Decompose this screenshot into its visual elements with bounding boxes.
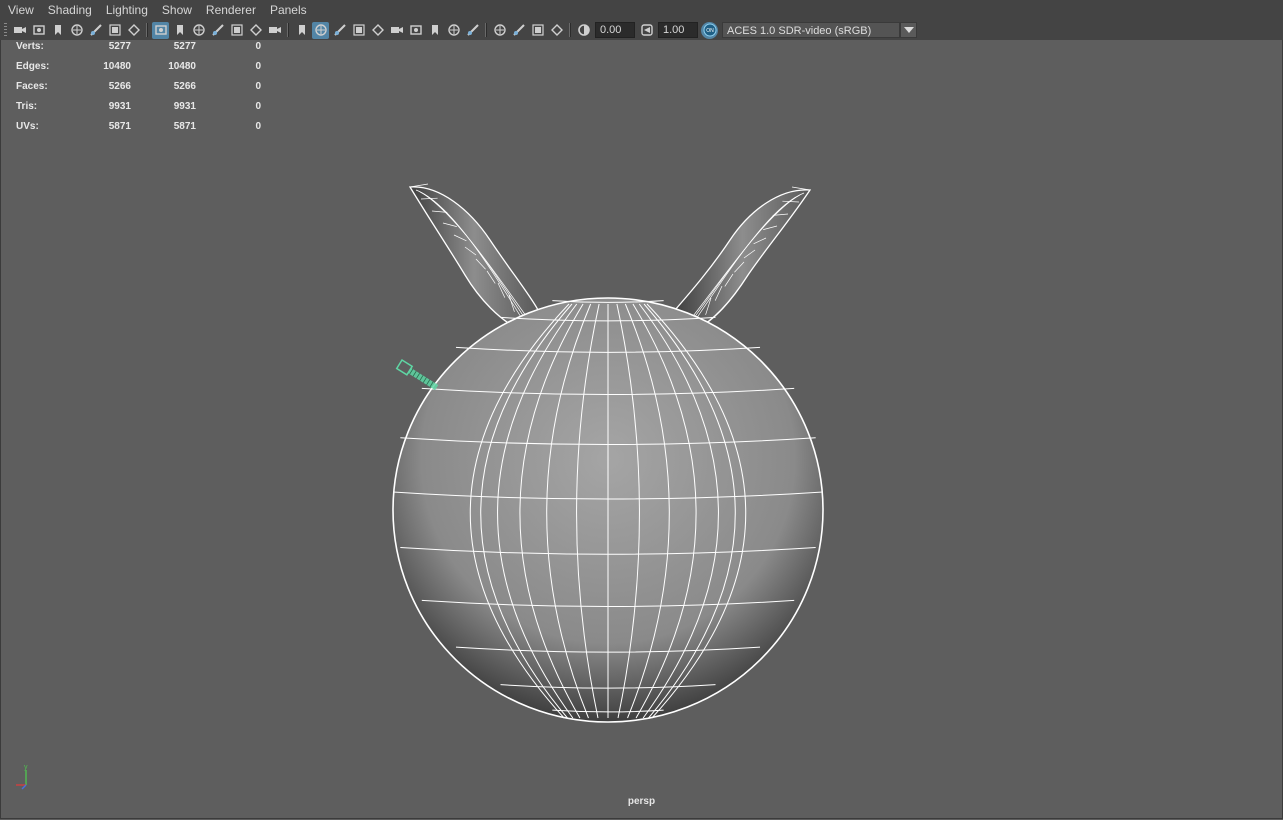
hud-value-total: 10480 (103, 61, 131, 72)
chevron-down-icon (903, 27, 914, 33)
hud-value-total: 5277 (108, 41, 131, 52)
resolution-gate-icon[interactable] (190, 22, 207, 39)
safe-action-icon[interactable] (247, 22, 264, 39)
axis-y-glyph: y (24, 764, 28, 771)
hud-value-selected: 9931 (173, 101, 196, 112)
hud-label: Tris: (16, 101, 38, 112)
gate-mask-icon[interactable] (209, 22, 226, 39)
hud-label: Edges: (16, 61, 50, 72)
hud-value-triangles: 0 (255, 121, 261, 132)
depth-of-field-icon[interactable] (464, 22, 481, 39)
hud-value-selected: 5871 (173, 121, 196, 132)
hud-label: UVs: (16, 121, 39, 132)
viewport-menu-bar: View Shading Lighting Show Renderer Pane… (0, 0, 1283, 20)
default-material-icon[interactable] (331, 22, 348, 39)
color-management-toggle[interactable]: ON (701, 21, 718, 39)
gamma-field[interactable]: 1.00 (658, 22, 698, 38)
menu-shading[interactable]: Shading (41, 0, 99, 20)
axis-gizmo: y (16, 764, 28, 790)
hud-value-selected: 5277 (173, 41, 196, 52)
camera-name-label: persp (627, 796, 656, 807)
grid-icon[interactable] (152, 21, 169, 39)
image-plane-icon[interactable] (87, 22, 104, 39)
field-chart-icon[interactable] (228, 22, 245, 39)
use-all-lights-icon[interactable] (369, 22, 386, 39)
color-management-badge: ON (706, 28, 714, 34)
viewport-toolbar: 0.00 1.00 ON ACES 1.0 SDR-video (sRGB) (0, 20, 1283, 40)
hud-value-total: 5871 (108, 121, 131, 132)
hud-value-triangles: 0 (255, 81, 261, 92)
viewport-model[interactable] (370, 170, 840, 740)
hud-label: Faces: (16, 81, 48, 92)
smooth-shade-icon[interactable] (312, 21, 329, 39)
screen-space-ao-icon[interactable] (407, 22, 424, 39)
toolbar-separator (569, 23, 571, 37)
locator-gizmo[interactable] (395, 358, 440, 392)
menu-panels[interactable]: Panels (263, 0, 314, 20)
toolbar-separator (146, 23, 148, 37)
color-space-select[interactable]: ACES 1.0 SDR-video (sRGB) (722, 22, 900, 38)
textured-icon[interactable] (350, 22, 367, 39)
hud-value-selected: 5266 (173, 81, 196, 92)
2d-pan-zoom-icon[interactable] (106, 22, 123, 39)
shadows-icon[interactable] (388, 22, 405, 39)
gamma-icon[interactable] (638, 22, 655, 39)
hud-label: Verts: (16, 41, 44, 52)
toolbar-grip[interactable] (4, 23, 7, 37)
camera-attributes-icon[interactable] (30, 22, 47, 39)
xray-active-components-icon[interactable] (529, 22, 546, 39)
right-horn (674, 189, 812, 331)
bookmark-icon[interactable] (68, 22, 85, 39)
toolbar-separator (485, 23, 487, 37)
hud-value-total: 5266 (108, 81, 131, 92)
exposure-field[interactable]: 0.00 (595, 22, 635, 38)
exposure-icon[interactable] (575, 22, 592, 39)
xray-icon[interactable] (510, 22, 527, 39)
hud-value-total: 9931 (108, 101, 131, 112)
wireframe-icon[interactable] (293, 22, 310, 39)
motion-blur-icon[interactable] (426, 22, 443, 39)
film-gate-icon[interactable] (171, 22, 188, 39)
bookmarks-icon[interactable] (49, 22, 66, 39)
multisample-aa-icon[interactable] (445, 22, 462, 39)
grease-pencil-icon[interactable] (125, 22, 142, 39)
hud-value-triangles: 0 (255, 41, 261, 52)
menu-show[interactable]: Show (155, 0, 199, 20)
menu-lighting[interactable]: Lighting (99, 0, 155, 20)
safe-title-icon[interactable] (266, 22, 283, 39)
select-camera-icon[interactable] (11, 22, 28, 39)
hud-value-selected: 10480 (168, 61, 196, 72)
menu-renderer[interactable]: Renderer (199, 0, 263, 20)
hud-value-triangles: 0 (255, 61, 261, 72)
xray-joints-icon[interactable] (548, 22, 565, 39)
isolate-select-icon[interactable] (491, 22, 508, 39)
color-space-dropdown-arrow[interactable] (900, 22, 917, 38)
hud-value-triangles: 0 (255, 101, 261, 112)
toolbar-separator (287, 23, 289, 37)
menu-view[interactable]: View (0, 0, 41, 20)
